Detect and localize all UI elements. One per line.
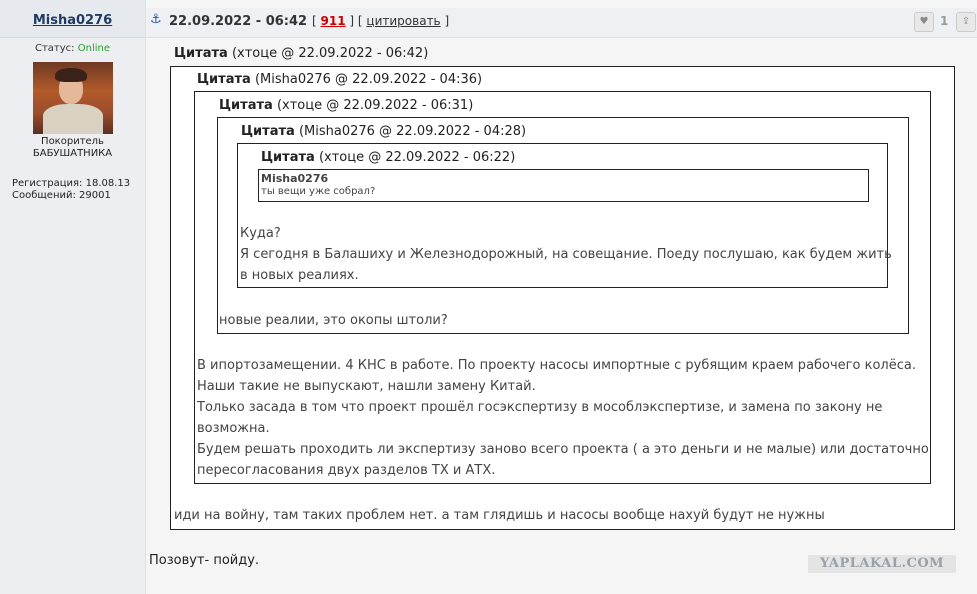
- user-info: Регистрация: 18.08.13 Сообщений: 29001: [12, 178, 145, 202]
- text-line: новые реалии, это окопы штоли?: [219, 313, 448, 328]
- rank-line-1: Покоритель: [41, 136, 104, 147]
- text-line: В ипортозамещении. 4 КНС в работе. По пр…: [197, 358, 916, 373]
- user-sidebar: Misha0276 Статус: Online Покоритель БАБУ…: [0, 0, 146, 594]
- registration-date: Регистрация: 18.08.13: [12, 178, 131, 189]
- quote-label: Цитата: [241, 124, 295, 139]
- quote-box-6: Misha0276 ты вещи уже собрал?: [258, 169, 869, 202]
- meta-bracket-mid: ] [: [349, 14, 363, 28]
- quote-meta: (Misha0276 @ 22.09.2022 - 04:28): [298, 124, 527, 139]
- username-row: Misha0276: [0, 0, 145, 38]
- post-meta: [ 911 ] [ цитировать ]: [312, 14, 449, 28]
- username-link[interactable]: Misha0276: [33, 13, 112, 28]
- user-status: Статус: Online: [0, 43, 145, 54]
- quote-link[interactable]: цитировать: [366, 14, 440, 28]
- text-line: Только засада в том что проект прошёл го…: [197, 400, 883, 415]
- quote-title-3: Цитата (хтоце @ 22.09.2022 - 06:31): [219, 98, 473, 113]
- post-header: ⚓ 22.09.2022 - 06:42 [ 911 ] [ цитироват…: [146, 8, 977, 38]
- quote-meta: (хтоце @ 22.09.2022 - 06:22): [318, 150, 516, 165]
- quote-title-1: Цитата (хтоце @ 22.09.2022 - 06:42): [174, 46, 428, 61]
- quote-title-4: Цитата (Misha0276 @ 22.09.2022 - 04:28): [241, 124, 526, 139]
- quote-title-5: Цитата (хтоце @ 22.09.2022 - 06:22): [261, 150, 515, 165]
- avatar[interactable]: [32, 62, 113, 134]
- like-icon[interactable]: ♥: [914, 12, 934, 32]
- quote-2-text: иди на войну, там таких проблем нет. а т…: [174, 505, 825, 526]
- quote-title-2: Цитата (Misha0276 @ 22.09.2022 - 04:36): [197, 72, 482, 87]
- quote-5-text: Куда? Я сегодня в Балашиху и Железнодоро…: [240, 223, 892, 286]
- quote-message: ты вещи уже собрал?: [261, 186, 376, 197]
- user-rank: Покоритель БАБУШАТНИКА: [0, 136, 145, 160]
- text-line: иди на войну, там таких проблем нет. а т…: [174, 508, 825, 523]
- status-online: Online: [77, 43, 110, 54]
- meta-bracket-close: ]: [444, 14, 450, 28]
- status-label: Статус:: [35, 43, 75, 54]
- quote-meta: (хтоце @ 22.09.2022 - 06:42): [231, 46, 429, 61]
- quote-author: Misha0276: [261, 172, 329, 185]
- text-line: Куда?: [240, 226, 281, 241]
- post-reply-text: Позовут- пойду.: [149, 553, 260, 568]
- post-number-link[interactable]: 911: [321, 14, 346, 28]
- quote-label: Цитата: [261, 150, 315, 165]
- text-line: в новых реалиях.: [240, 268, 359, 283]
- quote-label: Цитата: [219, 98, 273, 113]
- quote-meta: (Misha0276 @ 22.09.2022 - 04:36): [254, 72, 483, 87]
- text-line: возможна.: [197, 421, 270, 436]
- meta-bracket-open: [: [312, 14, 317, 28]
- message-count: Сообщений: 29001: [12, 190, 111, 201]
- quote-label: Цитата: [174, 46, 228, 61]
- quote-4-text: новые реалии, это окопы штоли?: [219, 310, 448, 331]
- rank-line-2: БАБУШАТНИКА: [32, 148, 113, 159]
- like-count: 1: [940, 14, 949, 28]
- anchor-icon[interactable]: ⚓: [150, 12, 162, 27]
- site-watermark: YAPLAKAL.COM: [808, 555, 956, 573]
- quote-label: Цитата: [197, 72, 251, 87]
- post-date: 22.09.2022 - 06:42: [169, 14, 308, 29]
- share-icon[interactable]: ⇪: [956, 12, 976, 32]
- quote-3-text: В ипортозамещении. 4 КНС в работе. По пр…: [197, 355, 929, 481]
- text-line: Наши такие не выпускают, нашли замену Ки…: [197, 379, 536, 394]
- quote-meta: (хтоце @ 22.09.2022 - 06:31): [276, 98, 474, 113]
- text-line: пересогласования двух разделов ТХ и АТХ.: [197, 463, 496, 478]
- text-line: Я сегодня в Балашиху и Железнодорожный, …: [240, 247, 892, 262]
- text-line: Будем решать проходить ли экспертизу зан…: [197, 442, 929, 457]
